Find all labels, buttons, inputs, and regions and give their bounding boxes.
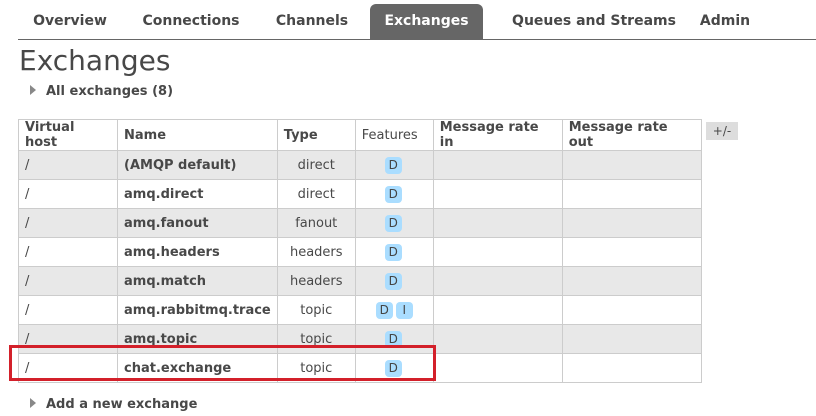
table-row: / amq.match headers D — [18, 266, 702, 296]
vhost-cell: / — [18, 295, 118, 325]
durable-badge: D — [384, 214, 402, 232]
type-cell: topic — [276, 353, 356, 383]
table-row: / chat.exchange topic D — [18, 353, 702, 383]
tab-overview[interactable]: Overview — [18, 4, 122, 39]
features-cell: D — [354, 208, 434, 238]
exchanges-table: Virtual host Name Type Features Message … — [18, 119, 702, 383]
rate-in-cell — [432, 295, 563, 325]
add-exchange-toggle[interactable]: Add a new exchange — [30, 397, 197, 412]
features-cell: D — [354, 266, 434, 296]
all-exchanges-label: All exchanges (8) — [46, 84, 174, 99]
tab-admin[interactable]: Admin — [694, 4, 756, 39]
durable-badge: D — [375, 301, 393, 319]
features-cell: D — [354, 353, 434, 383]
add-exchange-label: Add a new exchange — [46, 397, 198, 412]
col-header-message-rate-out[interactable]: Message rate out — [561, 119, 702, 151]
exchange-name-link[interactable]: chat.exchange — [117, 353, 278, 383]
rate-in-cell — [432, 353, 563, 383]
rate-in-cell — [432, 324, 563, 354]
vhost-cell: / — [18, 353, 118, 383]
rate-in-cell — [432, 237, 563, 267]
expand-triangle-icon — [30, 398, 36, 408]
exchange-name-link[interactable]: amq.topic — [117, 324, 278, 354]
page-title: Exchanges — [19, 44, 171, 77]
column-toggle-button[interactable]: +/- — [706, 122, 738, 140]
vhost-cell: / — [18, 266, 118, 296]
type-cell: direct — [276, 150, 356, 180]
rate-out-cell — [561, 237, 702, 267]
rate-out-cell — [561, 266, 702, 296]
col-header-name[interactable]: Name — [117, 119, 278, 151]
col-header-virtual-host[interactable]: Virtual host — [18, 119, 118, 151]
exchange-name-link[interactable]: amq.fanout — [117, 208, 278, 238]
tab-connections[interactable]: Connections — [132, 4, 250, 39]
table-row: / amq.topic topic D — [18, 324, 702, 354]
exchange-name-link[interactable]: amq.rabbitmq.trace — [117, 295, 278, 325]
table-row: / (AMQP default) direct D — [18, 150, 702, 180]
rate-out-cell — [561, 353, 702, 383]
type-cell: topic — [276, 295, 356, 325]
vhost-cell: / — [18, 324, 118, 354]
type-cell: headers — [276, 266, 356, 296]
durable-badge: D — [384, 243, 402, 261]
features-cell: D — [354, 324, 434, 354]
features-cell: D — [354, 237, 434, 267]
rate-out-cell — [561, 324, 702, 354]
durable-badge: D — [384, 156, 402, 174]
col-header-features: Features — [354, 119, 434, 151]
rate-in-cell — [432, 208, 563, 238]
rate-out-cell — [561, 208, 702, 238]
exchange-name-link[interactable]: amq.headers — [117, 237, 278, 267]
col-header-type[interactable]: Type — [276, 119, 356, 151]
tab-channels[interactable]: Channels — [262, 4, 362, 39]
tab-queues-and-streams[interactable]: Queues and Streams — [498, 4, 690, 39]
type-cell: fanout — [276, 208, 356, 238]
vhost-cell: / — [18, 150, 118, 180]
rate-out-cell — [561, 150, 702, 180]
durable-badge: D — [384, 359, 402, 377]
rate-out-cell — [561, 179, 702, 209]
col-header-message-rate-in[interactable]: Message rate in — [432, 119, 563, 151]
expand-triangle-icon — [30, 85, 36, 95]
durable-badge: D — [384, 185, 402, 203]
exchange-name-link[interactable]: (AMQP default) — [117, 150, 278, 180]
features-cell: DI — [354, 295, 434, 325]
table-row: / amq.headers headers D — [18, 237, 702, 267]
type-cell: direct — [276, 179, 356, 209]
durable-badge: D — [384, 330, 402, 348]
durable-badge: D — [384, 272, 402, 290]
features-cell: D — [354, 150, 434, 180]
rate-out-cell — [561, 295, 702, 325]
rate-in-cell — [432, 150, 563, 180]
exchange-name-link[interactable]: amq.direct — [117, 179, 278, 209]
table-row: / amq.fanout fanout D — [18, 208, 702, 238]
top-nav: Overview Connections Channels Exchanges … — [18, 4, 816, 40]
all-exchanges-toggle[interactable]: All exchanges (8) — [30, 84, 173, 99]
rate-in-cell — [432, 179, 563, 209]
vhost-cell: / — [18, 237, 118, 267]
table-row: / amq.direct direct D — [18, 179, 702, 209]
vhost-cell: / — [18, 208, 118, 238]
table-row: / amq.rabbitmq.trace topic DI — [18, 295, 702, 325]
features-cell: D — [354, 179, 434, 209]
exchange-name-link[interactable]: amq.match — [117, 266, 278, 296]
type-cell: topic — [276, 324, 356, 354]
internal-badge: I — [395, 301, 413, 319]
rate-in-cell — [432, 266, 563, 296]
tab-exchanges[interactable]: Exchanges — [370, 4, 483, 39]
vhost-cell: / — [18, 179, 118, 209]
type-cell: headers — [276, 237, 356, 267]
